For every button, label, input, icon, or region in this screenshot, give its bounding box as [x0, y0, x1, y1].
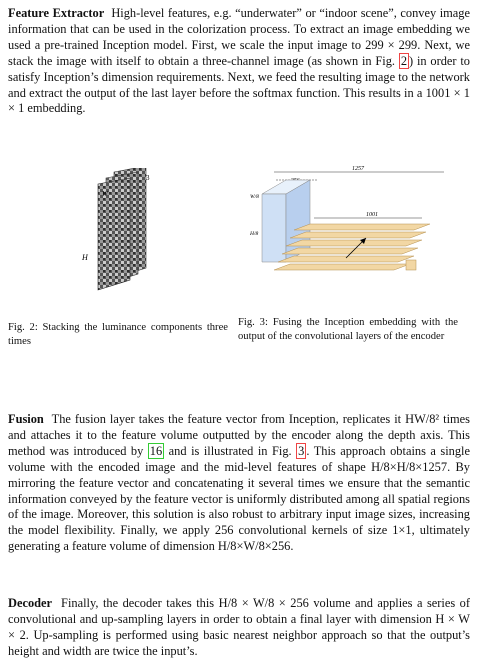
- fig3-label-1257: 1257: [352, 166, 365, 172]
- encoder-volume-front: [261, 193, 287, 263]
- fig2-label-3: 3: [146, 174, 150, 182]
- fig2-caption: Fig. 2: Stacking the luminance component…: [8, 322, 228, 347]
- decoder-heading: Decoder: [8, 596, 53, 610]
- fig3-label-1001: 1001: [366, 212, 378, 218]
- fusion-text-2: and is illustrated in Fig.: [164, 443, 297, 458]
- decoder-text-1: Finally, the decoder takes this H/8 × W/…: [8, 596, 470, 658]
- fusion-heading: Fusion: [8, 412, 44, 426]
- embedding-end-stack: [405, 259, 417, 271]
- fig2-label-h: H: [81, 253, 89, 262]
- fig3-reference-link[interactable]: 3: [296, 442, 307, 459]
- fig3-label-h8: H/8: [249, 231, 259, 237]
- feature-extractor-paragraph: Feature Extractor High-level features, e…: [8, 6, 470, 117]
- fig2-reference-link[interactable]: 2: [398, 52, 410, 69]
- decoder-paragraph: Decoder Finally, the decoder takes this …: [8, 596, 470, 660]
- feature-extractor-heading: Feature Extractor: [8, 6, 105, 20]
- fig2-stacked-images: W H 3: [81, 168, 150, 291]
- fig3-label-w8: W/8: [250, 194, 259, 200]
- fusion-paragraph: Fusion The fusion layer takes the featur…: [8, 412, 470, 555]
- fig3-fusion-diagram: 1257 256 W/8 H/8 1001: [249, 166, 444, 271]
- citation-link[interactable]: 16: [147, 442, 165, 459]
- fusion-text-3: . This approach obtains a single volume …: [8, 443, 470, 554]
- fig3-caption: Fig. 3: Fusing the Inception embedding w…: [238, 317, 458, 342]
